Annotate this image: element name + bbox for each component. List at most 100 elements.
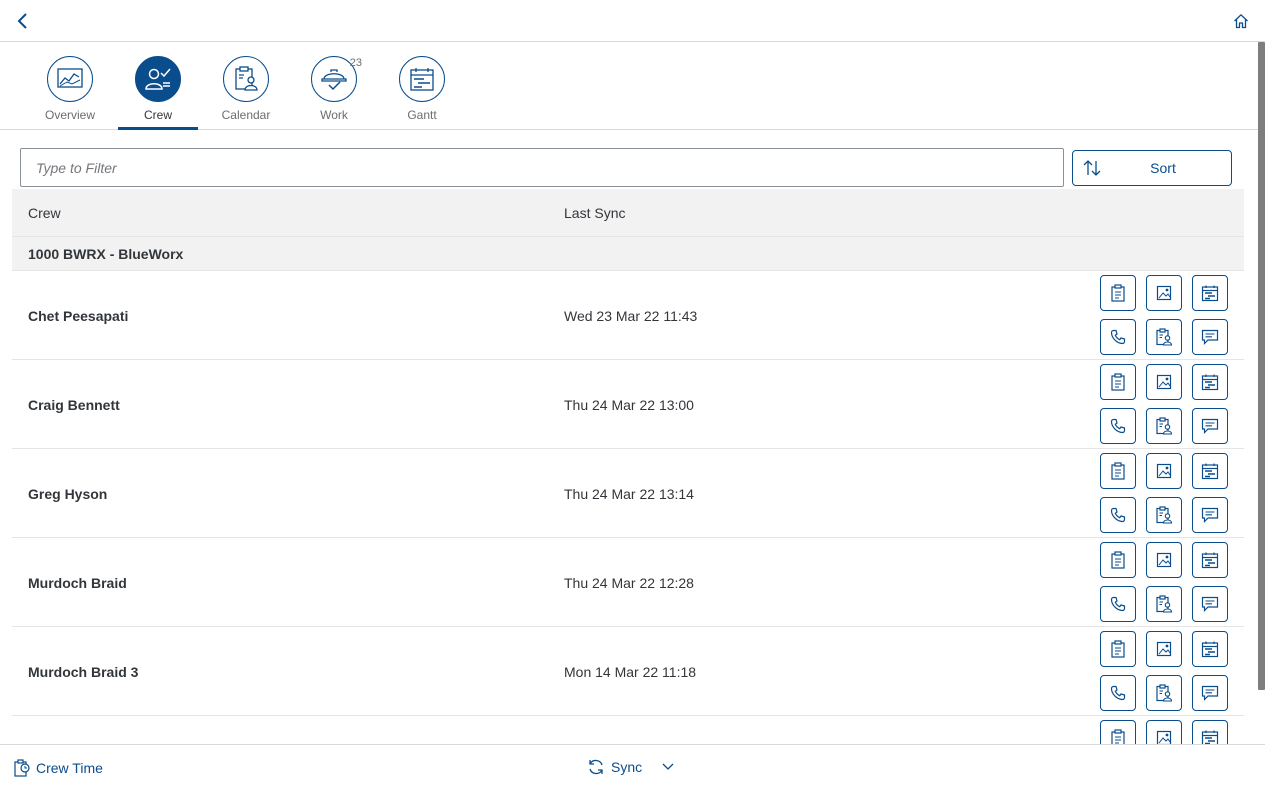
tab-label: Crew (143, 108, 172, 122)
message-icon (1201, 685, 1219, 701)
gantt-icon (1201, 640, 1219, 658)
clipboard-icon (1110, 373, 1126, 391)
tab-label: Calendar (221, 108, 271, 122)
image-button[interactable] (1146, 275, 1182, 311)
table-row[interactable]: Murdoch Braid 3 Mon 14 Mar 22 11:18 (12, 627, 1244, 716)
clipboard-clock-icon (14, 759, 30, 777)
image-button[interactable] (1146, 453, 1182, 489)
last-sync-value: Thu 24 Mar 22 13:00 (564, 397, 694, 413)
tab-calendar[interactable]: Calendar (206, 54, 286, 130)
last-sync-value: Thu 24 Mar 22 13:14 (564, 486, 694, 502)
column-header-crew: Crew (28, 205, 61, 221)
tab-label: Gantt (407, 108, 437, 122)
clipboard-person-icon (1155, 684, 1173, 702)
table-row[interactable]: Greg Hyson Thu 24 Mar 22 13:14 (12, 449, 1244, 538)
image-icon (1156, 374, 1172, 390)
clipboard-button[interactable] (1100, 453, 1136, 489)
footer-toolbar: Crew Time Sync (0, 744, 1265, 787)
table-row[interactable]: Murdoch Braid Thu 24 Mar 22 12:28 (12, 538, 1244, 627)
crew-member-name: Greg Hyson (28, 486, 108, 502)
gantt-icon (1201, 462, 1219, 480)
clipboard-person-icon (1155, 328, 1173, 346)
crew-member-name: Murdoch Braid (28, 575, 127, 591)
chevron-down-icon[interactable] (662, 763, 674, 771)
clipboard-button[interactable] (1100, 364, 1136, 400)
crew-member-name: Murdoch Braid 3 (28, 664, 139, 680)
phone-icon (1110, 418, 1126, 434)
table-row[interactable]: Chet Peesapati Wed 23 Mar 22 11:43 (12, 271, 1244, 360)
image-button[interactable] (1146, 364, 1182, 400)
gantt-icon (1201, 729, 1219, 744)
image-button[interactable] (1146, 631, 1182, 667)
clipboard-person-button[interactable] (1146, 675, 1182, 711)
crew-icon (135, 56, 181, 102)
clipboard-button[interactable] (1100, 275, 1136, 311)
sync-label: Sync (611, 759, 643, 775)
clipboard-button[interactable] (1100, 542, 1136, 578)
message-button[interactable] (1192, 319, 1228, 355)
top-bar (0, 0, 1265, 42)
table-header: Crew Last Sync (12, 189, 1244, 237)
image-button[interactable] (1146, 542, 1182, 578)
clipboard-icon (1110, 729, 1126, 744)
gantt-button[interactable] (1192, 542, 1228, 578)
clipboard-person-icon (1155, 506, 1173, 524)
message-button[interactable] (1192, 497, 1228, 533)
table-row[interactable]: Craig Bennett Thu 24 Mar 22 13:00 (12, 360, 1244, 449)
clipboard-person-button[interactable] (1146, 408, 1182, 444)
tab-label: Overview (44, 108, 95, 122)
clipboard-person-button[interactable] (1146, 319, 1182, 355)
message-button[interactable] (1192, 675, 1228, 711)
phone-button[interactable] (1100, 586, 1136, 622)
work-count-badge: 23 (349, 57, 362, 69)
message-button[interactable] (1192, 586, 1228, 622)
clipboard-button[interactable] (1100, 720, 1136, 744)
table-row[interactable] (12, 716, 1244, 744)
crew-time-button[interactable]: Crew Time (14, 759, 103, 777)
gantt-button[interactable] (1192, 720, 1228, 744)
clipboard-button[interactable] (1100, 631, 1136, 667)
phone-button[interactable] (1100, 675, 1136, 711)
clipboard-person-icon (223, 56, 269, 102)
clipboard-person-button[interactable] (1146, 586, 1182, 622)
sync-button[interactable]: Sync (587, 758, 674, 776)
crew-member-name: Chet Peesapati (28, 308, 129, 324)
phone-icon (1110, 329, 1126, 345)
message-icon (1201, 596, 1219, 612)
tab-gantt[interactable]: Gantt (382, 54, 462, 130)
filter-input[interactable] (20, 148, 1064, 187)
page-scrollbar[interactable] (1258, 42, 1265, 690)
gantt-button[interactable] (1192, 631, 1228, 667)
back-button[interactable] (10, 8, 36, 34)
gantt-button[interactable] (1192, 453, 1228, 489)
crew-time-label: Crew Time (36, 760, 103, 776)
last-sync-value: Thu 24 Mar 22 12:28 (564, 575, 694, 591)
crew-member-name: Craig Bennett (28, 397, 120, 413)
home-button[interactable] (1229, 9, 1253, 33)
sort-button[interactable]: Sort (1072, 150, 1232, 186)
tab-overview[interactable]: Overview (30, 54, 110, 130)
phone-button[interactable] (1100, 408, 1136, 444)
clipboard-icon (1110, 551, 1126, 569)
clipboard-person-button[interactable] (1146, 497, 1182, 533)
message-button[interactable] (1192, 408, 1228, 444)
phone-button[interactable] (1100, 319, 1136, 355)
clipboard-person-icon (1155, 417, 1173, 435)
image-button[interactable] (1146, 720, 1182, 744)
phone-icon (1110, 596, 1126, 612)
gantt-icon (1201, 284, 1219, 302)
phone-button[interactable] (1100, 497, 1136, 533)
tab-work[interactable]: 23 Work (294, 54, 374, 130)
sync-icon (589, 759, 603, 775)
gantt-button[interactable] (1192, 364, 1228, 400)
sort-label: Sort (1150, 160, 1176, 176)
gantt-icon (1201, 551, 1219, 569)
group-label: 1000 BWRX - BlueWorx (28, 246, 184, 262)
clipboard-icon (1110, 284, 1126, 302)
gantt-button[interactable] (1192, 275, 1228, 311)
gantt-icon (1201, 373, 1219, 391)
icon-tab-bar: Overview Crew Calendar 23 Work Gantt (0, 42, 1258, 130)
tab-label: Work (320, 108, 348, 122)
tab-crew[interactable]: Crew (118, 54, 198, 130)
clipboard-icon (1110, 640, 1126, 658)
